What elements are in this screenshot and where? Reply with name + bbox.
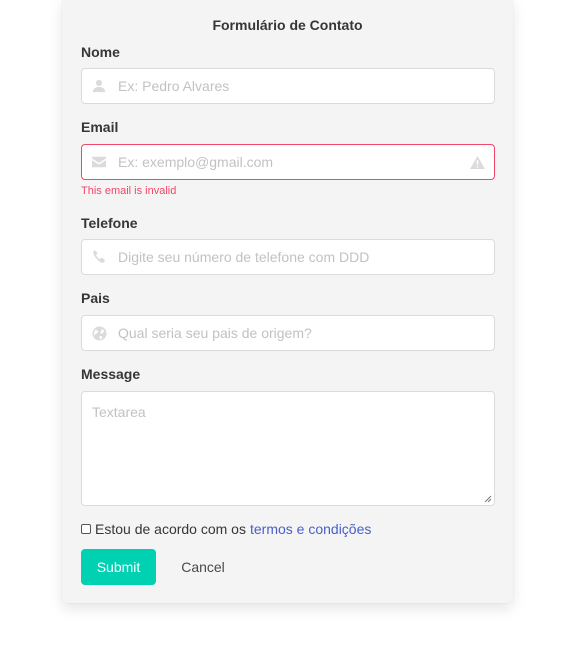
phone-placeholder: Digite seu número de telefone com DDD [118, 249, 370, 265]
country-field[interactable]: Qual seria seu pais de origem? [81, 315, 495, 351]
warning-icon [468, 153, 486, 171]
envelope-icon [90, 153, 108, 171]
name-placeholder: Ex: Pedro Alvares [118, 78, 230, 94]
globe-icon [90, 324, 108, 342]
country-label: Pais [81, 290, 110, 306]
contact-form-card: Formulário de Contato Nome Ex: Pedro Alv… [62, 0, 513, 603]
phone-icon [90, 248, 108, 266]
phone-label: Telefone [81, 215, 138, 231]
message-label: Message [81, 366, 141, 382]
user-icon [90, 77, 108, 95]
email-placeholder: Ex: exemplo@gmail.com [118, 154, 274, 170]
email-field[interactable]: Ex: exemplo@gmail.com [81, 144, 495, 180]
terms-text: Estou de acordo com os [95, 521, 246, 537]
resize-handle-icon[interactable] [484, 495, 492, 503]
country-placeholder: Qual seria seu pais de origem? [118, 325, 312, 341]
terms-link[interactable]: termos e condições [250, 521, 371, 537]
terms-checkbox[interactable] [81, 524, 91, 534]
terms-row: Estou de acordo com os termos e condiçõe… [81, 521, 371, 537]
email-error-message: This email is invalid [81, 185, 177, 197]
email-label: Email [81, 119, 119, 135]
message-placeholder: Textarea [92, 404, 146, 420]
phone-field[interactable]: Digite seu número de telefone com DDD [81, 239, 495, 275]
form-title: Formulário de Contato [212, 17, 363, 33]
submit-button[interactable]: Submit [81, 549, 156, 585]
message-textarea[interactable]: Textarea [81, 391, 495, 506]
cancel-button[interactable]: Cancel [170, 549, 236, 585]
name-field[interactable]: Ex: Pedro Alvares [81, 68, 495, 104]
name-label: Nome [81, 44, 120, 60]
